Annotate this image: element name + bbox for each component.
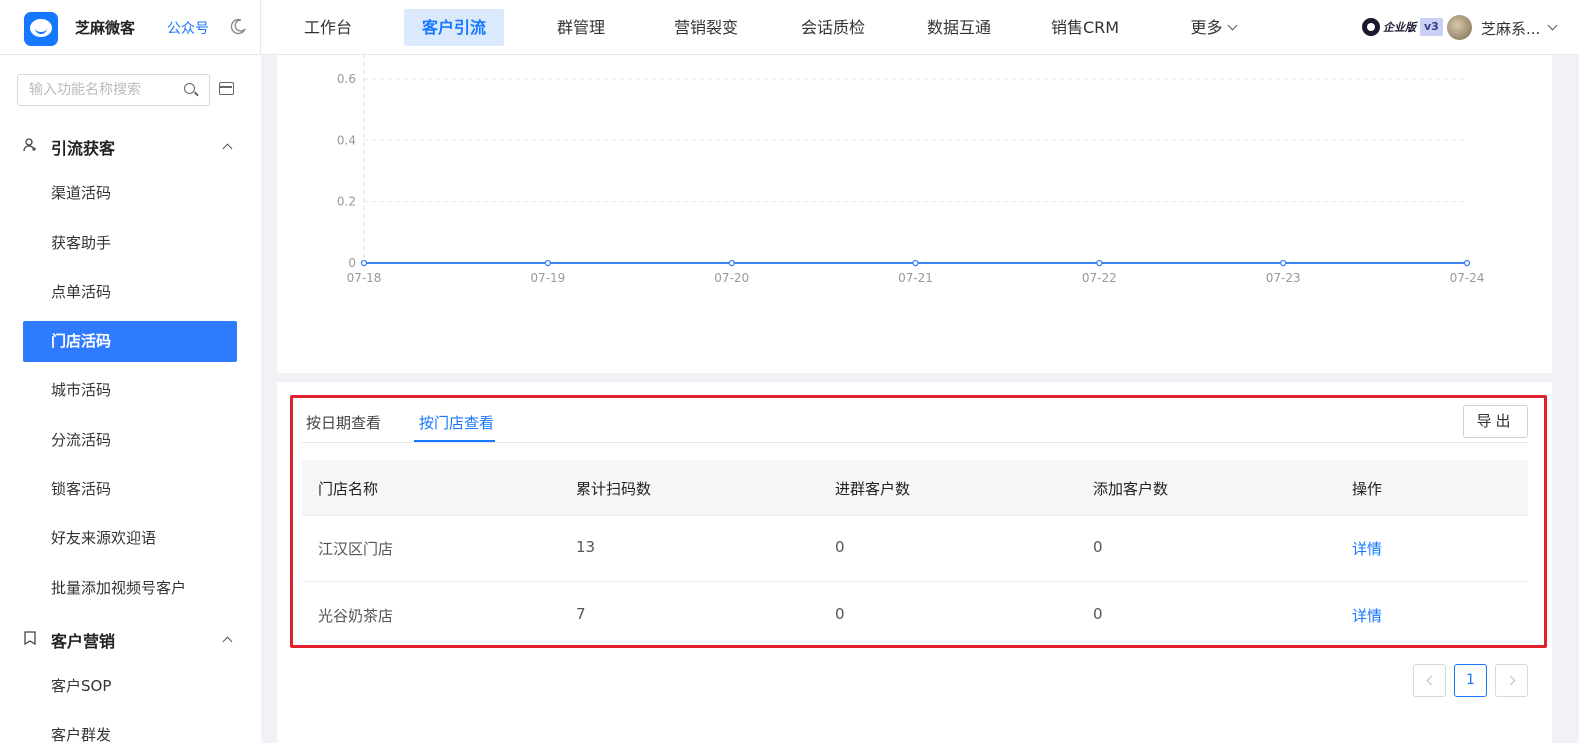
dark-mode-moon-icon[interactable] [229, 18, 247, 36]
sidebar-item-welcome-message[interactable]: 好友来源欢迎语 [23, 518, 237, 559]
data-point [544, 259, 551, 267]
column-actions: 操作 [1352, 480, 1383, 498]
column-total-scans: 累计扫码数 [576, 480, 652, 498]
sidebar-item-channel-code[interactable]: 渠道活码 [23, 173, 237, 214]
app-logo-icon[interactable] [24, 12, 58, 46]
data-point [1096, 259, 1103, 267]
chevron-up-icon[interactable] [222, 636, 233, 647]
topbar-divider [260, 0, 261, 55]
nav-more-dropdown[interactable]: 更多 [1178, 9, 1248, 46]
x-tick-label: 07-24 [1450, 271, 1485, 285]
cell-added-customers: 0 [1093, 538, 1103, 556]
cell-store-name: 光谷奶茶店 [318, 607, 394, 625]
sidebar-item-video-customers[interactable]: 批量添加视频号客户 [23, 568, 237, 609]
cell-group-customers: 0 [835, 605, 845, 623]
data-point [912, 259, 919, 267]
nav-marketing-fission[interactable]: 营销裂变 [661, 9, 751, 46]
details-link[interactable]: 详情 [1352, 538, 1382, 559]
data-point [1463, 259, 1471, 267]
cell-added-customers: 0 [1093, 605, 1103, 623]
official-account-link[interactable]: 公众号 [167, 18, 209, 38]
nav-session-qa[interactable]: 会话质检 [788, 9, 878, 46]
cell-total-scans: 13 [576, 538, 596, 556]
sidebar-group-acquisition[interactable]: 引流获客 [51, 135, 115, 159]
sidebar-group-marketing[interactable]: 客户营销 [51, 628, 115, 652]
menu-collapse-icon[interactable] [219, 82, 234, 95]
nav-data-exchange[interactable]: 数据互通 [914, 9, 1004, 46]
x-tick-label: 07-21 [898, 271, 933, 285]
function-search-input[interactable] [29, 75, 179, 105]
sidebar-item-customer-sop[interactable]: 客户SOP [23, 666, 237, 707]
export-button[interactable]: 导出 [1463, 405, 1528, 438]
chevron-down-icon [1227, 20, 1237, 31]
data-point [728, 259, 735, 267]
x-tick-label: 07-18 [347, 271, 382, 285]
trend-chart-card: 0 0.2 0.4 0.6 07-18 07-19 07-20 07-21 07-22 07-23… [277, 54, 1552, 373]
y-tick-label: 0.4 [337, 133, 356, 147]
data-point [1280, 259, 1287, 267]
cell-group-customers: 0 [835, 538, 845, 556]
chevron-up-icon[interactable] [222, 143, 233, 154]
tabs-divider [302, 442, 1528, 443]
column-group-customers: 进群客户数 [835, 480, 911, 498]
data-point [360, 259, 368, 267]
y-tick-label: 0.6 [337, 72, 356, 86]
tab-by-date[interactable]: 按日期查看 [306, 412, 381, 433]
details-link[interactable]: 详情 [1352, 605, 1382, 626]
nav-sales-crm[interactable]: 销售CRM [1040, 9, 1130, 46]
cell-store-name: 江汉区门店 [318, 540, 394, 558]
nav-customer-acquisition[interactable]: 客户引流 [404, 9, 504, 46]
user-menu-chevron-icon[interactable] [1547, 20, 1558, 31]
x-tick-label: 07-20 [714, 271, 749, 285]
user-avatar[interactable] [1447, 15, 1472, 40]
tab-by-store[interactable]: 按门店查看 [419, 412, 494, 433]
y-tick-label: 0.2 [337, 195, 356, 209]
x-tick-label: 07-19 [530, 271, 565, 285]
sidebar-item-order-code[interactable]: 点单活码 [23, 272, 237, 313]
column-store-name: 门店名称 [318, 480, 379, 498]
brand-name: 芝麻微客 [75, 19, 136, 37]
nav-group-management[interactable]: 群管理 [538, 9, 624, 46]
row-divider [302, 581, 1528, 582]
trend-line-chart: 0 0.2 0.4 0.6 07-18 07-19 07-20 07-21 07-22 07-23… [337, 54, 1485, 285]
table-header [302, 460, 1528, 516]
top-navbar: 芝麻微客 公众号 工作台 客户引流 群管理 营销裂变 会话质检 数据互通 销售C… [0, 0, 1579, 55]
column-added-customers: 添加客户数 [1093, 480, 1169, 498]
enterprise-badge-icon [1362, 18, 1380, 36]
sidebar: 引流获客 渠道活码 获客助手 点单活码 门店活码 城市活码 分流活码 锁客活码 … [0, 55, 261, 743]
page-scrollbar[interactable] [1557, 55, 1579, 743]
store-stats-card [277, 382, 1552, 743]
sidebar-item-city-code[interactable]: 城市活码 [23, 370, 237, 411]
bookmark-icon [24, 631, 36, 645]
chevron-left-icon [1426, 675, 1436, 686]
sidebar-item-acquisition-assistant[interactable]: 获客助手 [23, 223, 237, 264]
nav-workbench[interactable]: 工作台 [285, 9, 371, 46]
function-search[interactable] [17, 74, 210, 106]
sidebar-item-split-code[interactable]: 分流活码 [23, 420, 237, 461]
user-add-icon [23, 138, 36, 152]
edition-label: 企业版 [1383, 21, 1416, 34]
sidebar-item-lock-code[interactable]: 锁客活码 [23, 469, 237, 510]
prev-page-button[interactable] [1413, 664, 1446, 697]
search-icon[interactable] [184, 83, 195, 94]
y-tick-label: 0 [348, 256, 356, 270]
sidebar-item-store-code[interactable]: 门店活码 [23, 321, 237, 362]
page-number-button[interactable]: 1 [1454, 664, 1487, 697]
x-tick-label: 07-23 [1266, 271, 1301, 285]
cell-total-scans: 7 [576, 605, 586, 623]
sidebar-item-customer-broadcast[interactable]: 客户群发 [23, 715, 237, 743]
version-badge: v3 [1420, 18, 1443, 36]
active-tab-indicator [414, 440, 495, 442]
next-page-button[interactable] [1495, 664, 1528, 697]
username[interactable]: 芝麻系... [1481, 18, 1540, 39]
x-tick-label: 07-22 [1082, 271, 1117, 285]
chevron-right-icon [1505, 675, 1515, 686]
